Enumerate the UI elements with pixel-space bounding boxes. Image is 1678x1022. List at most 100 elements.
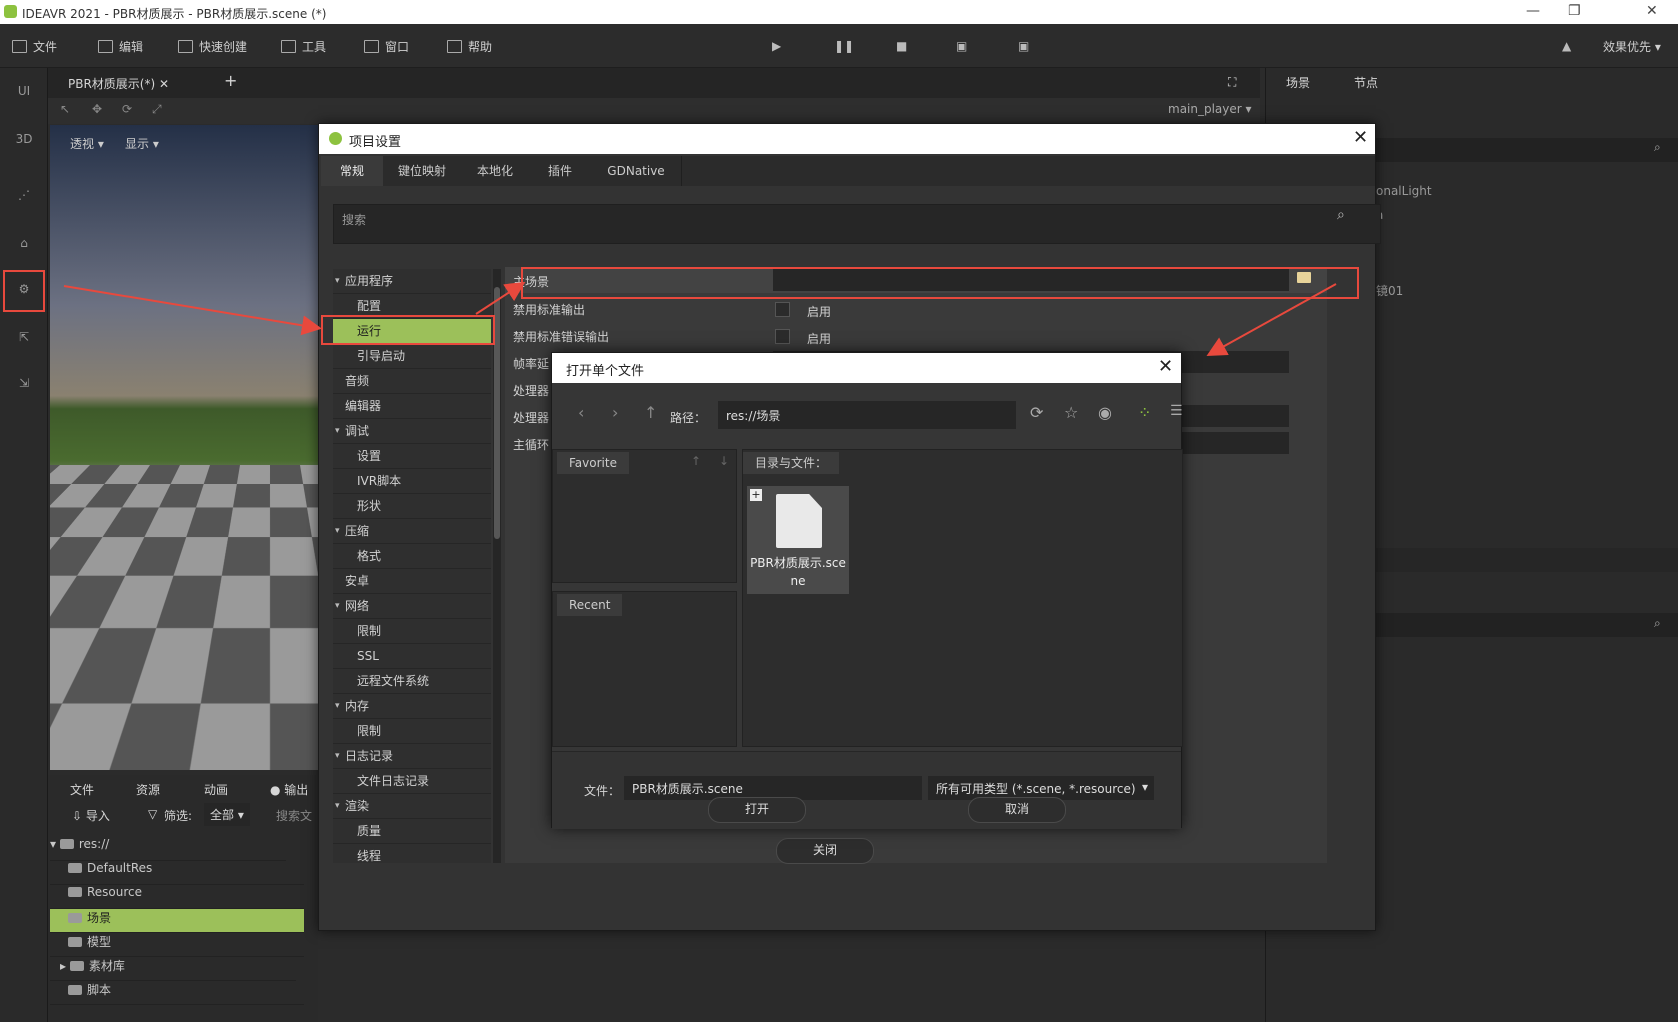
disable-stderr-checkbox[interactable]	[775, 329, 790, 344]
move-up-icon[interactable]: ↑	[691, 454, 701, 468]
play-icon[interactable]: ▶	[772, 39, 781, 53]
disable-stdout-checkbox[interactable]	[775, 302, 790, 317]
search-icon[interactable]: ⌕	[1654, 616, 1661, 631]
grid-view-icon[interactable]: ⁘	[1138, 403, 1151, 422]
up-icon[interactable]: ↑	[644, 403, 657, 422]
player-dropdown[interactable]: main_player ▾	[1168, 102, 1252, 116]
category-item[interactable]: 文件日志记录	[333, 769, 491, 794]
file-search-input[interactable]: 搜索文	[276, 807, 312, 824]
category-item[interactable]: 格式	[333, 544, 491, 569]
tab-general[interactable]: 常规	[321, 156, 384, 186]
menu-window[interactable]: 窗口	[364, 38, 409, 55]
close-button[interactable]: 关闭	[776, 838, 874, 864]
category-item[interactable]: 限制	[333, 619, 491, 644]
category-item[interactable]: 安卓	[333, 569, 491, 594]
star-icon[interactable]: ☆	[1064, 403, 1078, 422]
file-item[interactable]: + PBR材质展示.sce ne	[747, 486, 849, 594]
tab-scene-tree[interactable]: 场景	[1286, 74, 1310, 91]
category-item[interactable]: 设置	[333, 444, 491, 469]
display-menu[interactable]: 显示 ▾	[125, 135, 159, 152]
rotate-tool-icon[interactable]: ⟳	[122, 102, 132, 116]
tree-resource[interactable]: Resource	[50, 885, 304, 909]
project-settings-icon[interactable]: ⚙	[14, 282, 34, 300]
select-tool-icon[interactable]: ↖	[60, 102, 70, 116]
category-item[interactable]: 压缩	[333, 519, 491, 544]
scene-node[interactable]: 镜01	[1376, 282, 1403, 299]
search-icon[interactable]: ⌕	[1337, 207, 1345, 223]
category-item[interactable]: 渲染	[333, 794, 491, 819]
category-item[interactable]: 运行	[333, 319, 491, 344]
graduation-cap-icon[interactable]: ▲	[1562, 39, 1571, 53]
scene-tab[interactable]: PBR材质展示(*) ✕	[68, 75, 169, 92]
import-icon[interactable]: ⇲	[14, 376, 34, 394]
recent-tab[interactable]: Recent	[557, 594, 623, 616]
tree-script[interactable]: 脚本	[50, 981, 304, 1005]
tab-input-map[interactable]: 键位映射	[383, 156, 462, 186]
main-scene-value[interactable]	[773, 269, 1289, 291]
category-item[interactable]: IVR脚本	[333, 469, 491, 494]
tab-gdnative[interactable]: GDNative	[591, 156, 682, 186]
tree-defaultres[interactable]: DefaultRes	[50, 861, 304, 885]
category-item[interactable]: 内存	[333, 694, 491, 719]
category-item[interactable]: 引导启动	[333, 344, 491, 369]
tab-animation[interactable]: 动画	[204, 781, 228, 798]
pause-icon[interactable]: ❚❚	[834, 39, 854, 53]
category-item[interactable]: 远程文件系统	[333, 669, 491, 694]
play-scene-icon[interactable]: ▣	[956, 39, 967, 53]
perspective-menu[interactable]: 透视 ▾	[70, 135, 104, 152]
minimize-icon[interactable]: —	[1526, 3, 1540, 19]
dirs-files-tab[interactable]: 目录与文件：	[743, 452, 840, 474]
category-item[interactable]: SSL	[333, 644, 491, 669]
settings-search-input[interactable]: 搜索	[333, 204, 1381, 244]
tab-localization[interactable]: 本地化	[461, 156, 530, 186]
eye-icon[interactable]: ◉	[1098, 403, 1112, 422]
add-tab-icon[interactable]: +	[224, 71, 237, 90]
ui-mode-button[interactable]: UI	[14, 84, 34, 102]
restore-icon[interactable]: ❐	[1568, 3, 1581, 19]
tree-assets[interactable]: ▸ 素材库	[50, 957, 296, 981]
close-window-icon[interactable]: ✕	[1646, 3, 1658, 19]
search-icon[interactable]: ⌕	[1654, 140, 1661, 155]
category-item[interactable]: 形状	[333, 494, 491, 519]
forward-icon[interactable]: ›	[612, 403, 618, 422]
category-scrollbar[interactable]	[493, 269, 501, 863]
category-item[interactable]: 限制	[333, 719, 491, 744]
curve-tool-icon[interactable]: ⋰	[14, 188, 34, 206]
add-icon[interactable]: +	[750, 489, 762, 501]
list-view-icon[interactable]: ☰	[1170, 403, 1183, 419]
filter-dropdown[interactable]: 全部 ▾	[204, 803, 250, 826]
scrollbar-thumb[interactable]	[494, 287, 500, 539]
tab-plugins[interactable]: 插件	[529, 156, 592, 186]
menu-file[interactable]: 文件	[12, 38, 57, 55]
category-item[interactable]: 线程	[333, 844, 491, 863]
close-icon[interactable]: ✕	[1353, 129, 1368, 147]
tree-model[interactable]: 模型	[50, 933, 304, 957]
category-item[interactable]: 质量	[333, 819, 491, 844]
category-item[interactable]: 编辑器	[333, 394, 491, 419]
tree-scene[interactable]: 场景	[50, 909, 304, 933]
path-input[interactable]: res://场景	[718, 401, 1016, 429]
3d-mode-button[interactable]: 3D	[14, 132, 34, 150]
export-icon[interactable]: ⇱	[14, 330, 34, 348]
tab-resource[interactable]: 资源	[136, 781, 160, 798]
back-icon[interactable]: ‹	[578, 403, 584, 422]
category-item[interactable]: 调试	[333, 419, 491, 444]
menu-edit[interactable]: 编辑	[98, 38, 143, 55]
scene-node[interactable]: onalLight	[1376, 184, 1432, 198]
play-custom-scene-icon[interactable]: ▣	[1018, 39, 1029, 53]
fullscreen-icon[interactable]: ⛶	[1228, 75, 1236, 90]
folder-open-icon[interactable]	[1297, 272, 1311, 283]
tree-res[interactable]: ▾ res://	[50, 837, 286, 861]
cancel-button[interactable]: 取消	[968, 797, 1066, 823]
scale-tool-icon[interactable]: ⤢	[152, 102, 162, 117]
category-item[interactable]: 网络	[333, 594, 491, 619]
refresh-icon[interactable]: ⟳	[1030, 403, 1043, 422]
move-tool-icon[interactable]: ✥	[92, 102, 102, 116]
category-item[interactable]: 配置	[333, 294, 491, 319]
3d-viewport[interactable]: 透视 ▾ 显示 ▾	[50, 125, 320, 770]
quality-dropdown[interactable]: 效果优先 ▾	[1603, 38, 1661, 55]
category-item[interactable]: 应用程序	[333, 269, 491, 294]
close-tab-icon[interactable]: ✕	[159, 77, 169, 91]
category-item[interactable]: 日志记录	[333, 744, 491, 769]
tab-output[interactable]: ● 输出	[270, 781, 308, 798]
